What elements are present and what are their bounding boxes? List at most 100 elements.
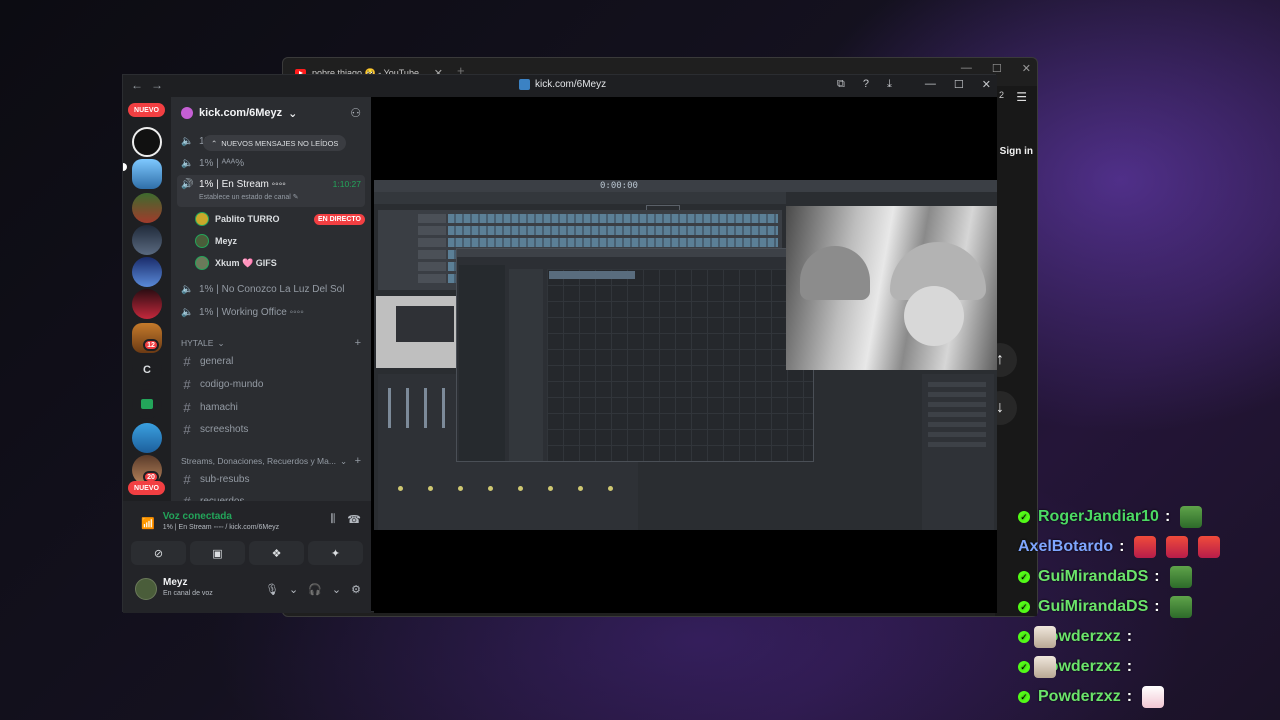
rack-step-strip [448, 238, 778, 247]
user-panel: Meyz En canal de voz 🎙 ⌄ 🎧 ⌄ ⚙ [123, 571, 371, 613]
chat-message: ✓ RogerJandiar10: [1018, 504, 1203, 530]
forward-arrow-icon[interactable]: → [151, 78, 163, 92]
channel-label: 1% | Working Office ◦◦◦◦ [199, 306, 304, 318]
chevron-down-icon[interactable]: ⌄ [332, 583, 341, 596]
add-channel-icon[interactable]: + [355, 455, 361, 467]
mixer-fader [388, 388, 391, 428]
playlist-pattern-list [459, 265, 505, 461]
voice-user[interactable]: Meyz [195, 231, 365, 251]
invite-people-icon[interactable]: ⚇ [350, 106, 361, 120]
server-icon-c[interactable]: C [132, 355, 162, 385]
unread-banner-text: NUEVOS MENSAJES NO LEÍDOS [221, 138, 339, 148]
chat-username[interactable]: Powderzxz [1038, 688, 1121, 706]
disconnect-icon[interactable]: ☎ [347, 513, 361, 526]
soundboard-icon: ✦ [330, 547, 341, 560]
server-icon-6[interactable] [132, 289, 162, 319]
voice-status[interactable]: 📶 Voz conectada 1% | En Stream ◦◦◦◦ / ki… [141, 511, 279, 531]
add-channel-icon[interactable]: + [355, 337, 361, 349]
speaker-icon: 🔊 [181, 179, 194, 190]
voice-channel-active[interactable]: 🔊 1% | En Stream ◦◦◦◦ 1:10:27 Establece … [177, 175, 365, 207]
voice-channel[interactable]: 🔈 1% | No Conozco La Luz Del Sol [177, 279, 365, 299]
voice-user-name: Pablito TURRO [215, 214, 280, 224]
microphone-icon[interactable]: 🎙 [265, 583, 279, 596]
download-icon[interactable]: ⤓ [887, 78, 892, 91]
minimize-icon[interactable]: — [925, 78, 936, 91]
mixer-knob [458, 486, 463, 491]
camera-off-icon: ⊘ [153, 547, 164, 560]
chat-username[interactable]: GuiMirandaDS [1038, 598, 1148, 616]
chat-message: ✓ GuiMirandaDS: [1018, 564, 1192, 590]
channel-label: 1% | En Stream ◦◦◦◦ [199, 179, 286, 190]
chevron-down-icon[interactable]: ⌄ [289, 583, 298, 596]
call-timer: 1:10:27 [332, 179, 361, 189]
stream-icon [519, 79, 530, 90]
rack-label [418, 226, 446, 235]
webcam-overlay [786, 206, 997, 370]
verified-badge-icon: ✓ [1018, 511, 1030, 523]
server-icon-3[interactable] [132, 193, 162, 223]
voice-user[interactable]: Pablito TURRO EN DIRECTO [195, 209, 365, 229]
new-badge-top[interactable]: NUEVO [128, 103, 165, 117]
help-icon[interactable]: ? [863, 78, 869, 91]
titlebar-tools: ⧉ ? ⤓ [837, 78, 892, 91]
server-icon-2[interactable] [132, 159, 162, 189]
server-icon-8[interactable] [132, 423, 162, 453]
voice-channel[interactable]: 🔈 1% | ᴬᴬᴬ% [177, 153, 365, 173]
camera-button[interactable]: ⊘ [131, 541, 186, 565]
text-channel[interactable]: # screeshots [181, 419, 365, 439]
unread-indicator [123, 163, 127, 171]
chat-username[interactable]: AxelBotardo [1018, 538, 1113, 556]
new-badge-bottom[interactable]: NUEVO [128, 481, 165, 495]
stream-viewer[interactable]: 0:00:00 [374, 97, 997, 613]
avatar [195, 234, 209, 248]
chat-message: ✓ Powderzxz: [1018, 654, 1132, 680]
settings-gear-icon[interactable]: ⚙ [351, 583, 361, 596]
chat-username[interactable]: RogerJandiar10 [1038, 508, 1159, 526]
noise-suppression-icon[interactable]: ⫼ [330, 513, 335, 526]
daw-playlist-window [456, 248, 814, 462]
user-avatar[interactable] [135, 578, 157, 600]
unread-messages-banner[interactable]: ⌃ NUEVOS MENSAJES NO LEÍDOS [203, 135, 347, 151]
hash-icon: # [183, 493, 191, 502]
server-header[interactable]: kick.com/6Meyz ⌄ ⚇ [171, 97, 371, 129]
live-badge: EN DIRECTO [313, 213, 365, 225]
chat-username[interactable]: GuiMirandaDS [1038, 568, 1148, 586]
server-icon-4[interactable] [132, 225, 162, 255]
text-channel[interactable]: # codigo-mundo [181, 374, 365, 394]
text-channel[interactable]: # sub-resubs [181, 469, 365, 489]
headphones-icon[interactable]: 🎧 [308, 583, 322, 596]
close-icon[interactable]: ✕ [982, 78, 991, 91]
server-folder[interactable] [132, 389, 162, 419]
chat-separator: : [1126, 628, 1133, 645]
soundboard-button[interactable]: ✦ [308, 541, 363, 565]
text-channel[interactable]: # recuerdos [181, 491, 365, 502]
cat-emote-icon [1034, 626, 1056, 648]
mixer-knob [428, 486, 433, 491]
text-channel[interactable]: # hamachi [181, 397, 365, 417]
screenshare-icon: ▣ [212, 547, 223, 560]
category-header[interactable]: Streams, Donaciones, Recuerdos y Ma... ⌄… [181, 455, 361, 467]
text-channel[interactable]: # general [181, 351, 365, 371]
rack-step-strip [448, 226, 778, 235]
chevron-up-icon: ⌃ [211, 138, 218, 148]
window-title-text: kick.com/6Meyz [535, 79, 607, 90]
menu-icon[interactable]: ☰ [1016, 90, 1027, 104]
back-arrow-icon[interactable]: ← [131, 78, 143, 92]
screenshare-button[interactable]: ▣ [190, 541, 245, 565]
close-icon[interactable]: ✕ [1022, 62, 1031, 75]
notification-count: 2 [999, 90, 1005, 100]
voice-user[interactable]: Xkum 🩷 GIFS [195, 253, 365, 273]
server-icon-5[interactable] [132, 257, 162, 287]
category-header[interactable]: HYTALE ⌄ + [181, 337, 361, 349]
window-controls: — ☐ ✕ [925, 78, 991, 91]
avatar [195, 256, 209, 270]
voice-channel[interactable]: 🔈 1% | Working Office ◦◦◦◦ [177, 302, 365, 322]
sign-in-button[interactable]: Sign in [1000, 146, 1033, 157]
activities-button[interactable]: ❖ [249, 541, 304, 565]
server-icon-1[interactable] [132, 127, 162, 157]
channel-status[interactable]: Establece un estado de canal ✎ [199, 193, 299, 201]
rack-label [418, 262, 446, 271]
maximize-icon[interactable]: ☐ [954, 78, 964, 91]
playlist-track-headers [509, 269, 543, 461]
popout-icon[interactable]: ⧉ [837, 78, 845, 91]
